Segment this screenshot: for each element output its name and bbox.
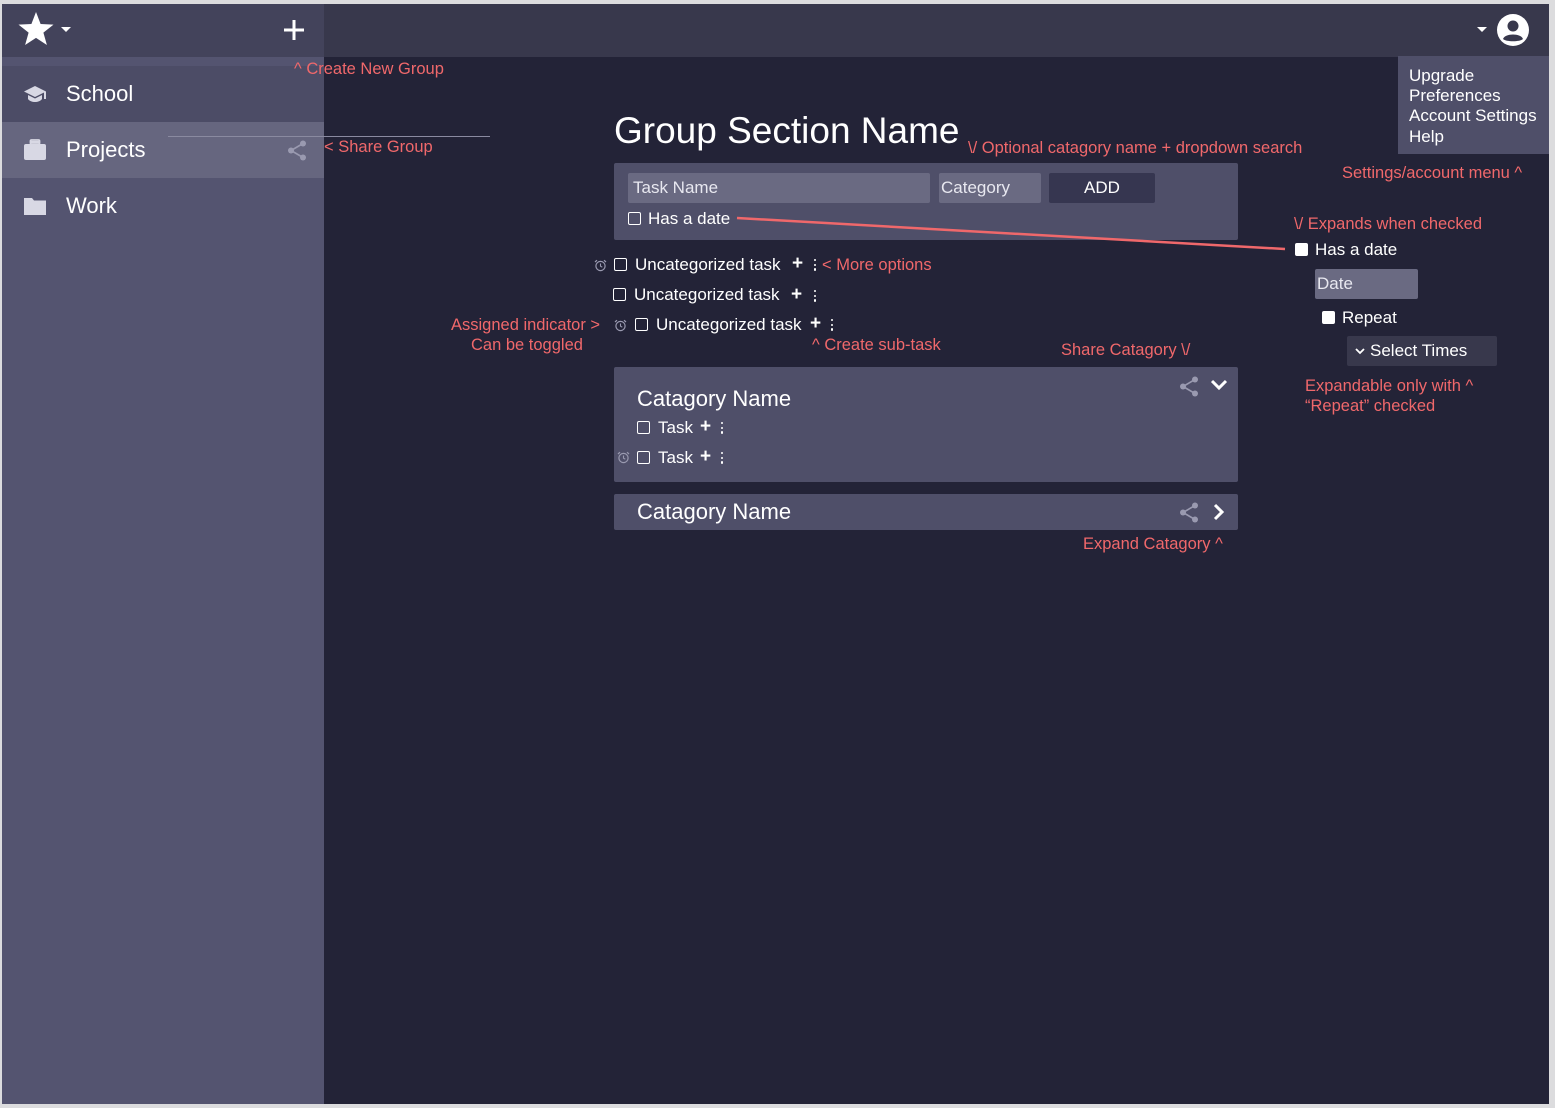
app-window: Upgrade Preferences Account Settings Hel… [2,4,1549,1104]
annotation-assigned-indicator: Assigned indicator > [451,316,601,334]
alarm-icon[interactable] [614,319,627,332]
category-title: Catagory Name [637,386,792,411]
annotation-share-category: Share Catagory \/ [1061,341,1191,359]
more-options-icon[interactable] [814,259,817,271]
chevron-down-icon[interactable] [1210,379,1228,391]
has-date-checkbox-checked[interactable] [1295,243,1308,256]
date-input[interactable] [1315,269,1418,299]
annotation-can-be-toggled: Can be toggled [471,336,583,354]
category-card-expanded: Catagory Name Task + Task + [614,367,1238,482]
task-checkbox[interactable] [637,421,650,434]
alarm-icon[interactable] [594,259,607,272]
has-date-label: Has a date [1315,240,1398,259]
task-label[interactable]: Task [658,448,693,468]
share-category-icon[interactable] [1179,376,1199,397]
add-subtask-button[interactable]: + [791,285,802,305]
chevron-down-icon [1355,348,1365,355]
task-checkbox[interactable] [614,258,627,271]
add-subtask-button[interactable]: + [700,417,711,437]
share-category-icon[interactable] [1179,502,1199,523]
repeat-label: Repeat [1342,308,1397,327]
annotation-expand-category: Expand Catagory ^ [1083,535,1223,553]
add-subtask-button[interactable]: + [810,314,821,334]
select-times-dropdown[interactable]: Select Times [1347,336,1497,366]
annotation-expands-when-checked: \/ Expands when checked [1294,215,1483,233]
task-label[interactable]: Uncategorized task [634,285,780,305]
annotation-expandable-line2: “Repeat” checked [1305,397,1436,415]
category-title: Catagory Name [637,499,792,524]
task-label[interactable]: Task [658,418,693,438]
task-checkbox[interactable] [637,451,650,464]
more-options-icon[interactable] [814,290,817,302]
annotation-create-subtask: ^ Create sub-task [812,336,941,354]
annotation-more-options: < More options [822,256,932,274]
repeat-checkbox[interactable] [1322,311,1335,324]
annotation-expandable-line1: Expandable only with ^ [1305,377,1474,395]
add-subtask-button[interactable]: + [792,254,803,274]
task-checkbox[interactable] [635,318,648,331]
alarm-icon[interactable] [617,451,630,464]
chevron-right-icon[interactable] [1213,503,1225,521]
annotation-settings-menu: Settings/account menu ^ [1342,164,1523,182]
category-card-collapsed[interactable]: Catagory Name [614,494,1238,530]
task-label[interactable]: Uncategorized task [656,315,802,335]
task-label[interactable]: Uncategorized task [635,255,781,275]
add-subtask-button[interactable]: + [700,447,711,467]
more-options-icon[interactable] [831,319,834,331]
more-options-icon[interactable] [721,422,724,434]
select-times-label: Select Times [1370,341,1468,360]
more-options-icon[interactable] [721,452,724,464]
task-checkbox[interactable] [613,288,626,301]
